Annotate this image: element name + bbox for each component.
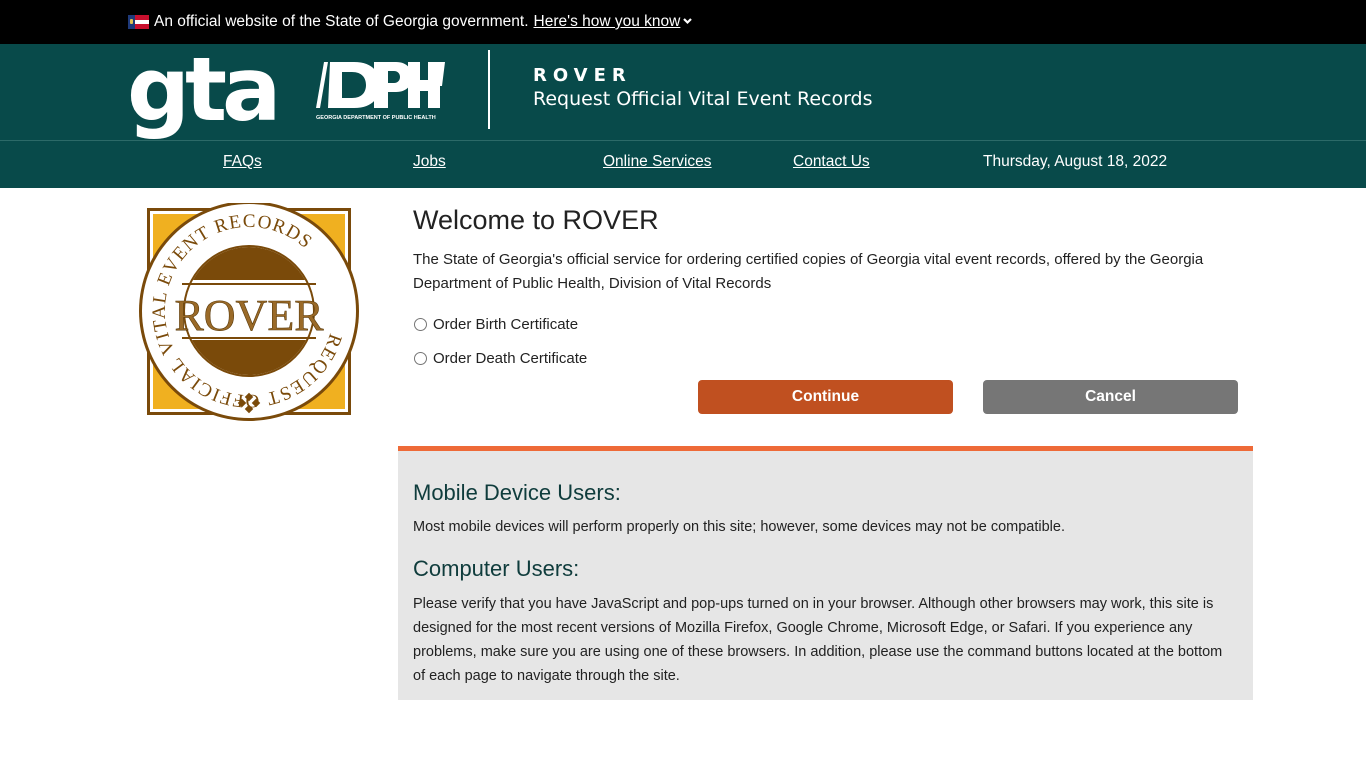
order-birth-certificate-radio[interactable] <box>414 318 427 331</box>
nav-jobs[interactable]: Jobs <box>413 153 446 171</box>
nav-online-services[interactable]: Online Services <box>603 153 712 171</box>
browser-info-panel: Mobile Device Users: Most mobile devices… <box>398 446 1253 700</box>
continue-button[interactable]: Continue <box>698 380 953 414</box>
gta-logo[interactable]: gta <box>127 46 281 134</box>
intro-text: The State of Georgia's official service … <box>413 251 1204 292</box>
dph-logo[interactable]: GEORGIA DEPARTMENT OF PUBLIC HEALTH <box>314 58 446 122</box>
georgia-flag-icon <box>128 15 149 29</box>
computer-users-text: Please verify that you have JavaScript a… <box>413 596 1223 684</box>
order-death-certificate-radio[interactable] <box>414 352 427 365</box>
rover-seal-logo: ROVER REQUEST OFFICIAL VITAL EVENT RECOR… <box>126 188 371 433</box>
site-header: gta GEORGIA DEPARTMENT OF PUBLIC HEALTH … <box>0 44 1366 141</box>
seal-center-text: ROVER <box>174 291 324 340</box>
page-title: Welcome to ROVER <box>413 205 659 235</box>
app-title: ROVER <box>533 65 632 86</box>
nav-faqs[interactable]: FAQs <box>223 153 262 171</box>
computer-users-heading: Computer Users: <box>413 556 580 581</box>
mobile-users-text: Most mobile devices will perform properl… <box>413 519 1065 535</box>
heres-how-you-know-link[interactable]: Here's how you know <box>533 13 693 31</box>
current-date: Thursday, August 18, 2022 <box>983 153 1168 170</box>
cancel-button[interactable]: Cancel <box>983 380 1238 414</box>
header-divider <box>488 50 490 129</box>
nav-contact-us[interactable]: Contact Us <box>793 153 870 171</box>
order-birth-certificate-option[interactable]: Order Birth Certificate <box>414 316 578 333</box>
chevron-down-icon <box>683 17 693 25</box>
official-site-banner-content: An official website of the State of Geor… <box>128 12 693 32</box>
mobile-users-heading: Mobile Device Users: <box>413 480 621 505</box>
dph-logo-caption: GEORGIA DEPARTMENT OF PUBLIC HEALTH <box>316 115 436 121</box>
official-site-text: An official website of the State of Geor… <box>154 13 529 30</box>
order-death-certificate-option[interactable]: Order Death Certificate <box>414 350 587 367</box>
heres-how-you-know-label: Here's how you know <box>533 13 681 30</box>
app-subtitle: Request Official Vital Event Records <box>533 88 873 110</box>
main-nav: FAQs Jobs Online Services Contact Us Thu… <box>0 141 1366 188</box>
order-death-certificate-label: Order Death Certificate <box>433 350 588 367</box>
order-birth-certificate-label: Order Birth Certificate <box>433 316 579 333</box>
